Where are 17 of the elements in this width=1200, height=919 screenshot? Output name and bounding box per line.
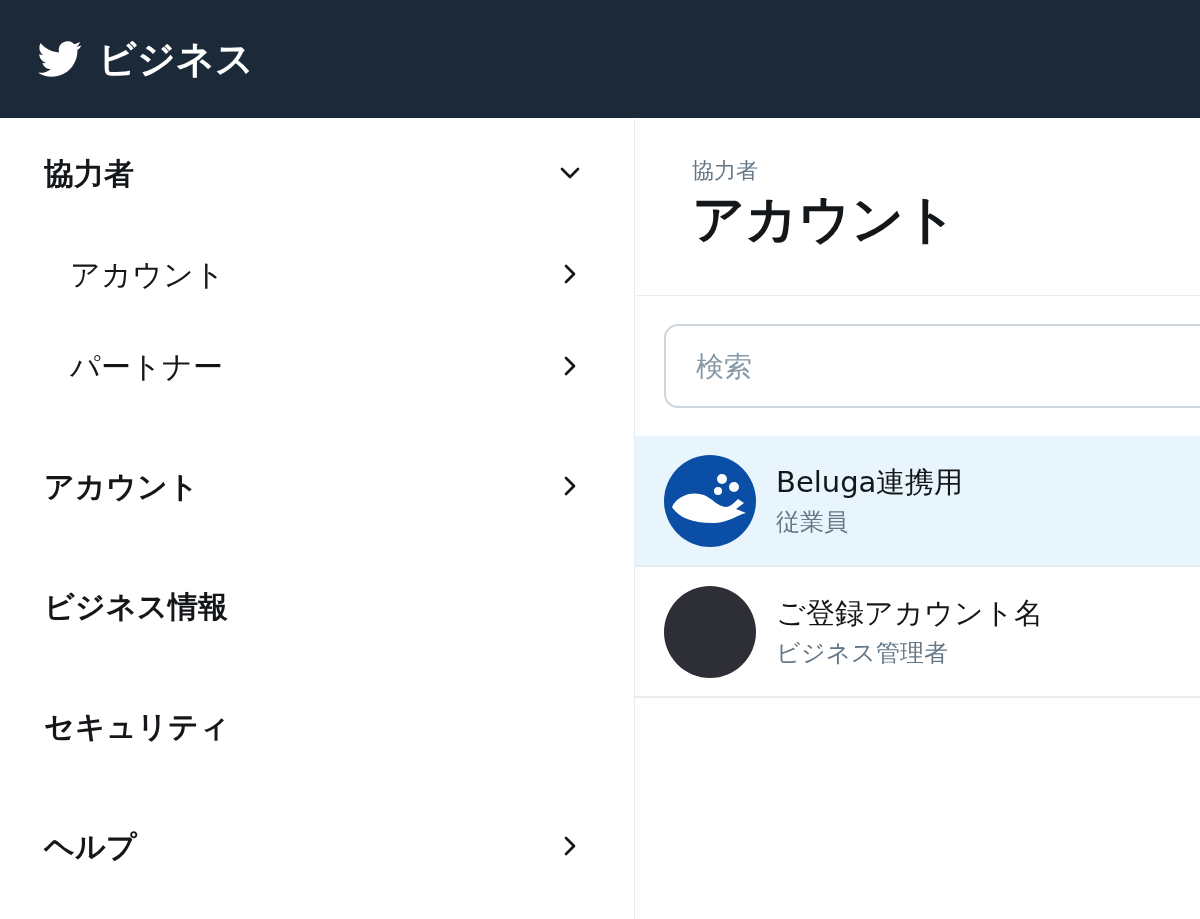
breadcrumb[interactable]: 協力者 <box>692 154 1200 187</box>
sidebar-item[interactable]: セキュリティ <box>0 666 634 786</box>
sidebar-item[interactable]: アカウント <box>0 426 634 546</box>
search-field[interactable]: 検索 <box>664 324 1200 408</box>
page-title: アカウント <box>692 188 958 251</box>
sidebar-item[interactable]: ヘルプ <box>0 786 634 906</box>
account-role: ビジネス管理者 <box>776 638 949 670</box>
account-name: ご登録アカウント名 <box>776 594 1043 632</box>
brand-title: ビジネス <box>98 35 254 83</box>
sidebar-subitem[interactable]: アカウント <box>0 228 634 320</box>
sidebar-item[interactable]: ビジネス情報 <box>0 546 634 666</box>
account-name: Beluga連携用 <box>776 463 964 501</box>
whale-logo-icon <box>664 454 756 547</box>
sidebar-group[interactable]: 協力者 <box>0 118 634 228</box>
account-role: 従業員 <box>776 507 849 539</box>
sidebar-subitem[interactable]: パートナー <box>0 320 634 412</box>
account-row[interactable]: Beluga連携用 従業員 <box>635 436 1200 567</box>
